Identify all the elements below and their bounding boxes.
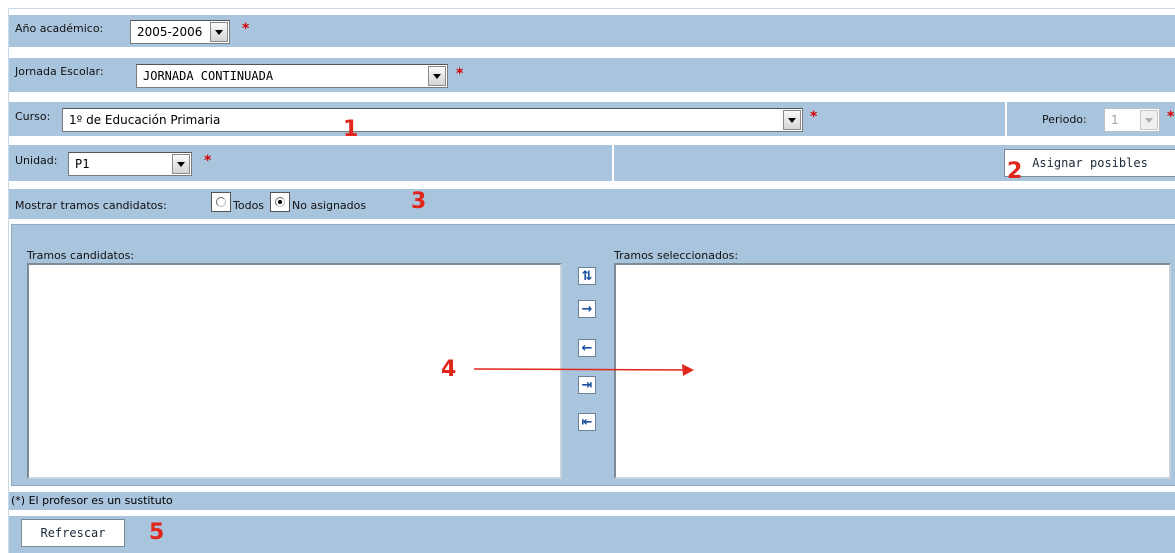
- annotation-5: 5: [149, 520, 165, 545]
- chevron-down-icon[interactable]: [783, 110, 801, 130]
- chevron-down-icon[interactable]: [1140, 110, 1158, 130]
- footnote-text: (*) El profesor es un sustituto: [11, 494, 173, 507]
- curso-required-mark: *: [810, 109, 818, 125]
- arrow-left-icon[interactable]: ←: [578, 339, 596, 357]
- refrescar-button[interactable]: Refrescar: [21, 519, 125, 547]
- periodo-select[interactable]: 1: [1104, 108, 1160, 132]
- row-refresh: [9, 516, 1175, 553]
- periodo-required-mark: *: [1167, 109, 1175, 125]
- unidad-value: P1: [75, 157, 90, 171]
- swap-icon[interactable]: ⇅: [578, 267, 596, 285]
- curso-select[interactable]: 1º de Educación Primaria: [62, 108, 803, 132]
- arrow-right-icon[interactable]: →: [578, 300, 596, 318]
- row-footnote: [9, 492, 1175, 510]
- jornada-value: JORNADA CONTINUADA: [143, 69, 274, 83]
- chevron-down-icon[interactable]: [210, 22, 228, 42]
- todos-radio[interactable]: [211, 192, 231, 212]
- mostrar-label: Mostrar tramos candidatos:: [15, 199, 167, 212]
- year-label: Año académico:: [15, 22, 104, 35]
- candidatos-label: Tramos candidatos:: [27, 249, 135, 262]
- annotation-2: 2: [1007, 159, 1023, 184]
- tramos-panel: Tramos candidatos: Tramos seleccionados:…: [11, 224, 1175, 486]
- no-asignados-label[interactable]: No asignados: [292, 199, 366, 212]
- unidad-label: Unidad:: [15, 154, 58, 167]
- chevron-down-icon[interactable]: [428, 66, 446, 86]
- asignar-posibles-button[interactable]: Asignar posibles: [1004, 149, 1175, 177]
- annotation-arrow: [473, 364, 694, 376]
- annotation-3: 3: [411, 189, 427, 214]
- no-asignados-radio[interactable]: [270, 192, 290, 212]
- todos-label[interactable]: Todos: [233, 199, 264, 212]
- unidad-select[interactable]: P1: [68, 152, 192, 176]
- periodo-label: Periodo:: [1042, 113, 1087, 126]
- jornada-label: Jornada Escolar:: [15, 65, 104, 78]
- year-select[interactable]: 2005-2006: [130, 20, 230, 44]
- divider: [612, 145, 614, 181]
- radio-unchecked-icon: [216, 197, 226, 207]
- jornada-select[interactable]: JORNADA CONTINUADA: [136, 64, 448, 88]
- chevron-down-icon[interactable]: [172, 154, 190, 174]
- curso-label: Curso:: [15, 110, 51, 123]
- year-value: 2005-2006: [137, 25, 203, 39]
- curso-value: 1º de Educación Primaria: [69, 113, 221, 127]
- divider: [1005, 102, 1007, 136]
- annotation-1: 1: [343, 117, 359, 142]
- radio-checked-icon: [275, 197, 285, 207]
- seleccionados-label: Tramos seleccionados:: [614, 249, 739, 262]
- annotation-4: 4: [441, 357, 457, 382]
- move-all-left-icon[interactable]: ⇤: [578, 413, 596, 431]
- form-container: Año académico: 2005-2006 * Jornada Escol…: [8, 8, 1175, 553]
- jornada-required-mark: *: [456, 66, 464, 82]
- periodo-value: 1: [1111, 113, 1119, 127]
- unidad-required-mark: *: [204, 153, 212, 169]
- row-mostrar: [9, 189, 1175, 219]
- year-required-mark: *: [242, 21, 250, 37]
